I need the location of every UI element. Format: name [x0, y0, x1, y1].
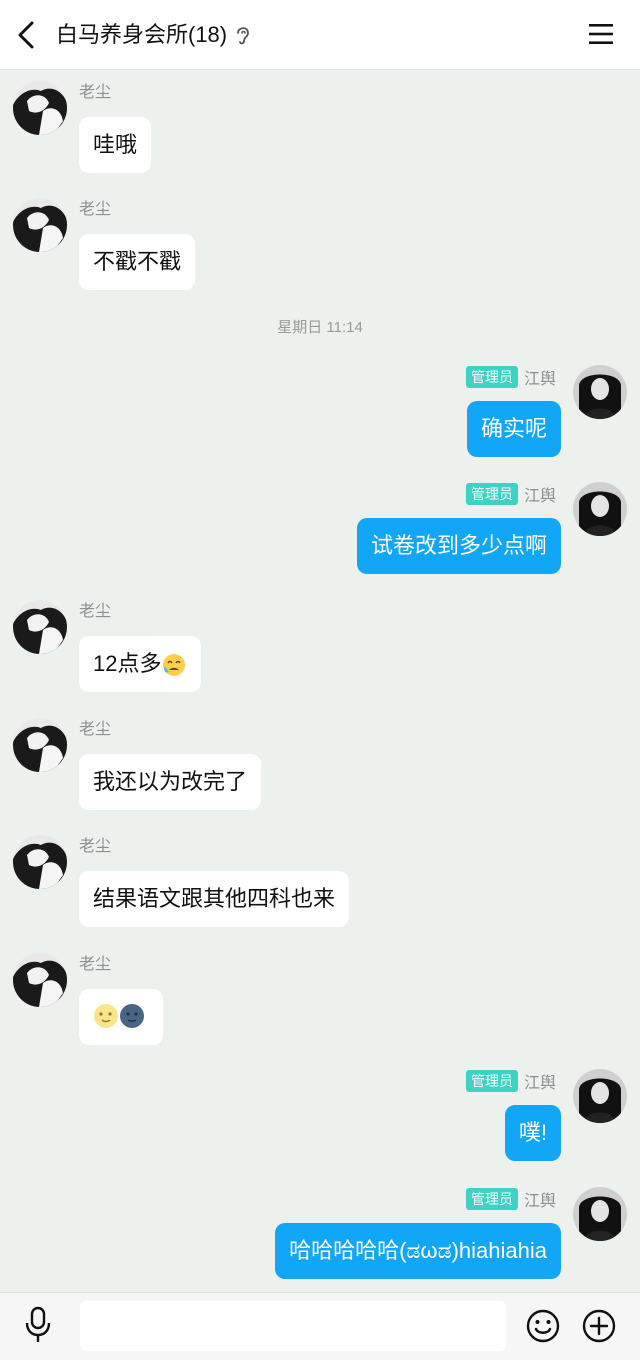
admin-badge: 管理员 — [465, 1188, 518, 1210]
sender-meta: 管理员 江舆 — [465, 482, 556, 506]
message-bubble[interactable]: 试卷改到多少点啊 — [356, 518, 561, 574]
crying-face-emoji-icon — [163, 654, 186, 677]
sender-name: 老尘 — [79, 838, 112, 855]
avatar[interactable] — [13, 600, 67, 654]
admin-badge: 管理员 — [465, 483, 518, 505]
sender-name: 老尘 — [79, 721, 112, 738]
avatar[interactable] — [13, 718, 67, 772]
microphone-icon[interactable] — [24, 1305, 52, 1345]
message-bubble[interactable]: 结果语文跟其他四科也来 — [79, 871, 350, 927]
admin-badge: 管理员 — [465, 1070, 518, 1092]
message-text: 12点多 — [93, 651, 162, 676]
message-bubble[interactable]: 噗! — [504, 1105, 561, 1161]
group-title[interactable]: 白马养身会所(18) — [56, 20, 227, 50]
sender-meta: 管理员 江舆 — [465, 365, 556, 389]
avatar[interactable] — [13, 198, 67, 252]
back-chevron-icon[interactable] — [14, 20, 40, 50]
sender-name: 江舆 — [523, 1075, 556, 1092]
smiley-icon[interactable] — [526, 1309, 560, 1343]
message-bubble[interactable]: 哈哈哈哈哈(ಡωಡ)hiahiahia — [275, 1223, 561, 1279]
new-moon-face-emoji-icon — [120, 1004, 144, 1029]
sender-name: 老尘 — [79, 201, 112, 218]
sender-name: 江舆 — [523, 1193, 556, 1210]
full-moon-face-emoji-icon — [94, 1004, 118, 1029]
sender-name: 老尘 — [79, 956, 112, 973]
plus-circle-icon[interactable] — [582, 1309, 616, 1343]
avatar[interactable] — [13, 953, 67, 1007]
admin-badge: 管理员 — [465, 366, 518, 388]
chat-header: 白马养身会所(18) — [0, 0, 640, 70]
ear-icon — [237, 27, 249, 45]
sender-meta: 管理员 江舆 — [465, 1069, 556, 1093]
sender-name: 老尘 — [79, 603, 112, 620]
avatar[interactable] — [573, 1187, 627, 1241]
timestamp-divider: 星期日 11:14 — [277, 319, 363, 336]
sender-name: 江舆 — [523, 371, 556, 388]
message-bubble[interactable]: 12点多 — [79, 636, 202, 692]
sender-name: 老尘 — [79, 84, 112, 101]
message-input[interactable] — [80, 1301, 506, 1351]
message-bubble[interactable]: 我还以为改完了 — [79, 754, 262, 810]
avatar[interactable] — [573, 365, 627, 419]
message-bubble[interactable]: 不戳不戳 — [79, 234, 196, 290]
avatar[interactable] — [573, 1069, 627, 1123]
sender-name: 江舆 — [523, 488, 556, 505]
message-input-bar — [0, 1292, 640, 1360]
hamburger-menu-icon[interactable] — [588, 22, 614, 46]
avatar[interactable] — [13, 835, 67, 889]
avatar[interactable] — [573, 482, 627, 536]
sender-meta: 管理员 江舆 — [465, 1187, 556, 1211]
message-bubble[interactable]: 确实呢 — [466, 401, 561, 457]
message-bubble[interactable] — [79, 989, 163, 1045]
avatar[interactable] — [13, 81, 67, 135]
message-bubble[interactable]: 哇哦 — [79, 117, 152, 173]
